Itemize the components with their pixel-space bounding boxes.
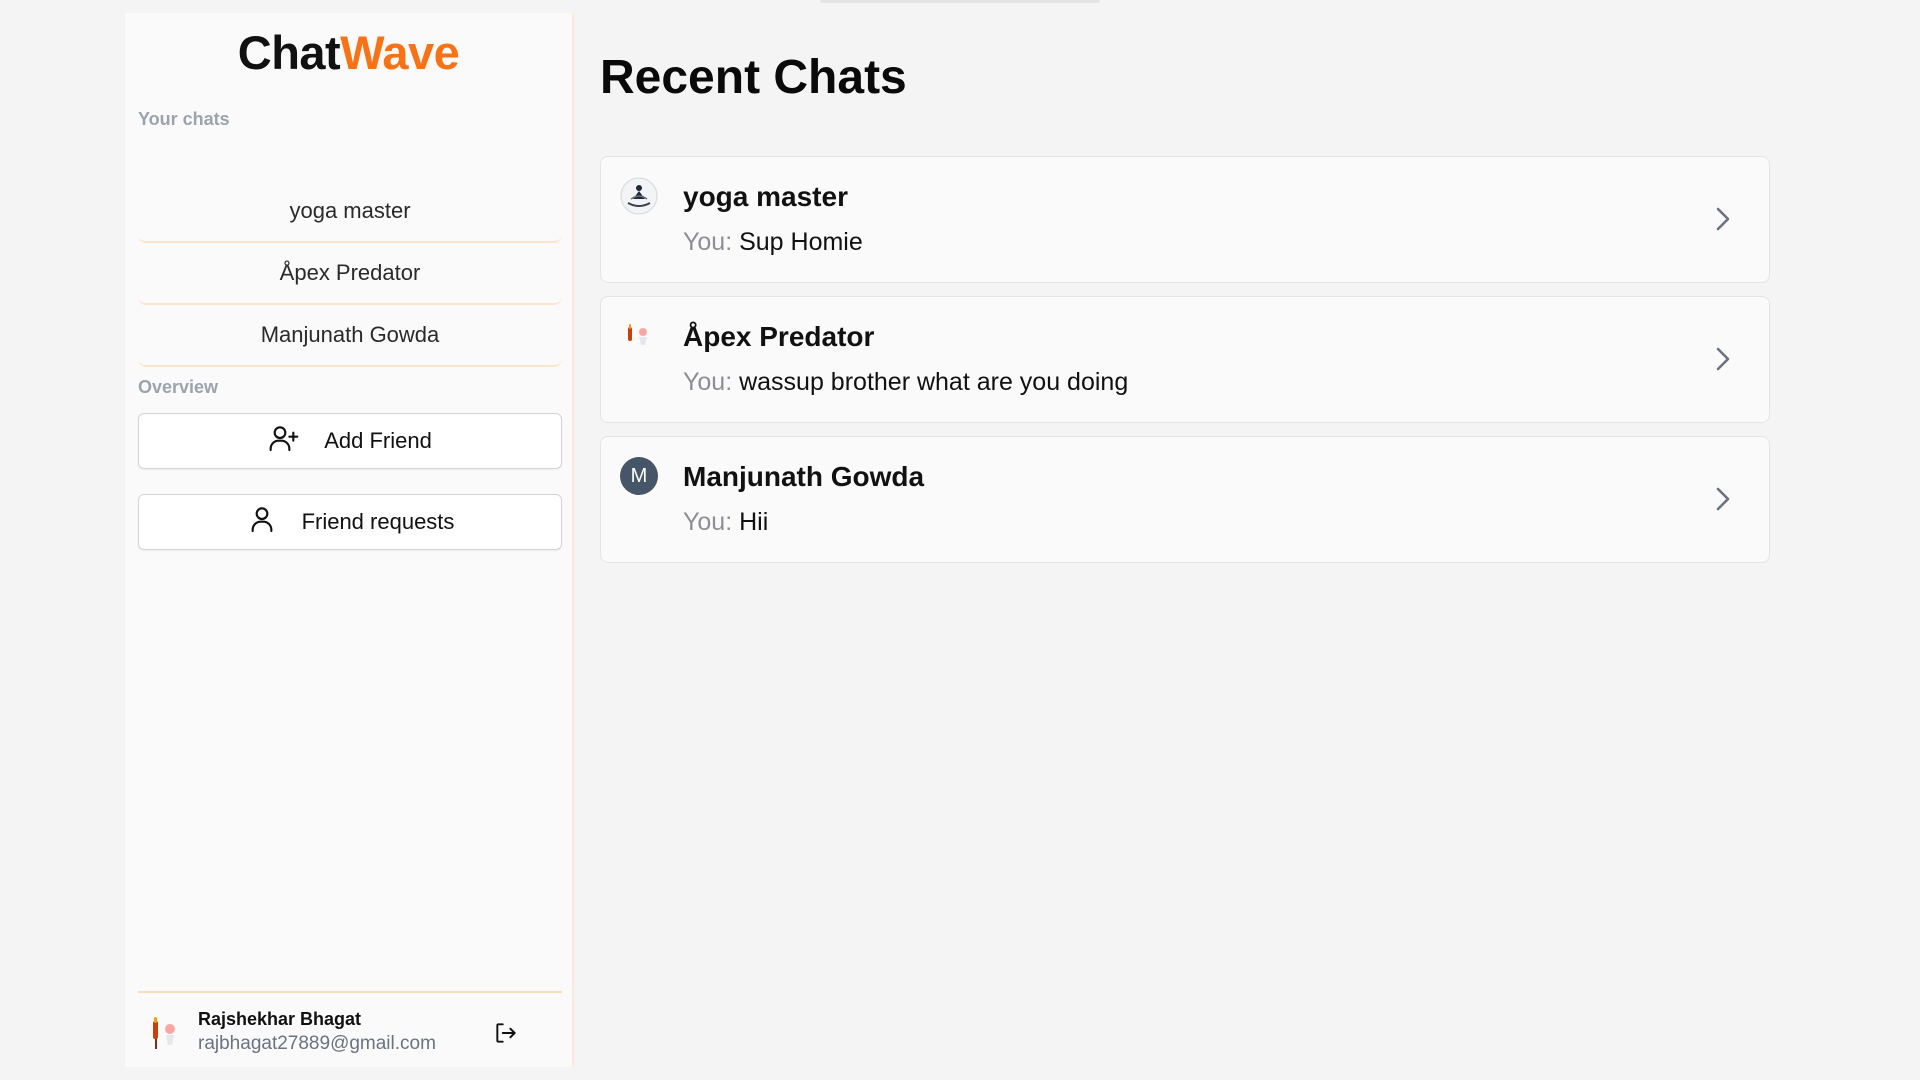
chat-preview-prefix: You: [683, 508, 733, 536]
chat-avatar [620, 177, 658, 215]
chevron-right-icon [1709, 483, 1737, 515]
chat-name: Åpex Predator [683, 321, 875, 352]
logout-icon [493, 1020, 519, 1051]
recent-chat-card[interactable]: Åpex Predator You: wassup brother what a… [600, 296, 1770, 423]
user-name: Rajshekhar Bhagat [198, 1009, 362, 1029]
chat-name: Manjunath Gowda [683, 461, 925, 492]
logo-text-wave: Wave [340, 26, 460, 79]
chevron-right-icon [1709, 343, 1737, 375]
user-email: rajbhagat27889@gmail.com [198, 1033, 436, 1054]
top-edge-indicator [820, 0, 1100, 3]
chat-preview: You: Hii [683, 508, 768, 537]
chat-preview: You: wassup brother what are you doing [683, 368, 1128, 397]
recent-chat-card[interactable]: M Manjunath Gowda You: Hii [600, 436, 1770, 563]
app-logo[interactable]: ChatWave [125, 25, 572, 80]
chat-name: yoga master [683, 181, 848, 212]
chat-preview-message: Sup Homie [739, 228, 863, 256]
overview-label: Overview [138, 377, 219, 397]
user-icon [246, 503, 278, 541]
sidebar-chat-item[interactable]: Manjunath Gowda [138, 305, 562, 367]
user-profile: Rajshekhar Bhagat rajbhagat27889@gmail.c… [138, 991, 562, 1067]
logout-button[interactable] [490, 1019, 522, 1051]
friend-requests-button[interactable]: Friend requests [138, 494, 562, 550]
user-avatar [144, 1013, 184, 1053]
add-friend-button[interactable]: Add Friend [138, 413, 562, 469]
friend-requests-label: Friend requests [301, 509, 455, 534]
chevron-right-icon [1709, 203, 1737, 235]
chat-preview-prefix: You: [683, 228, 733, 256]
your-chats-label: Your chats [138, 109, 230, 129]
chat-preview-prefix: You: [683, 368, 733, 396]
recent-chat-card[interactable]: yoga master You: Sup Homie [600, 156, 1770, 283]
sidebar-chat-item[interactable]: Åpex Predator [138, 243, 562, 305]
sidebar: ChatWave Your chats yoga master Åpex Pre… [125, 13, 574, 1067]
user-plus-icon [268, 422, 300, 460]
sidebar-chat-item[interactable]: yoga master [138, 181, 562, 243]
sidebar-chat-list: yoga master Åpex Predator Manjunath Gowd… [138, 181, 562, 367]
logo-text-chat: Chat [237, 26, 341, 79]
page-title: Recent Chats [600, 51, 907, 104]
chat-avatar [620, 317, 658, 355]
chat-preview-message: Hii [739, 508, 769, 536]
chat-preview: You: Sup Homie [683, 228, 863, 257]
chat-avatar: M [620, 457, 658, 495]
chat-preview-message: wassup brother what are you doing [739, 368, 1129, 396]
add-friend-label: Add Friend [324, 428, 432, 453]
